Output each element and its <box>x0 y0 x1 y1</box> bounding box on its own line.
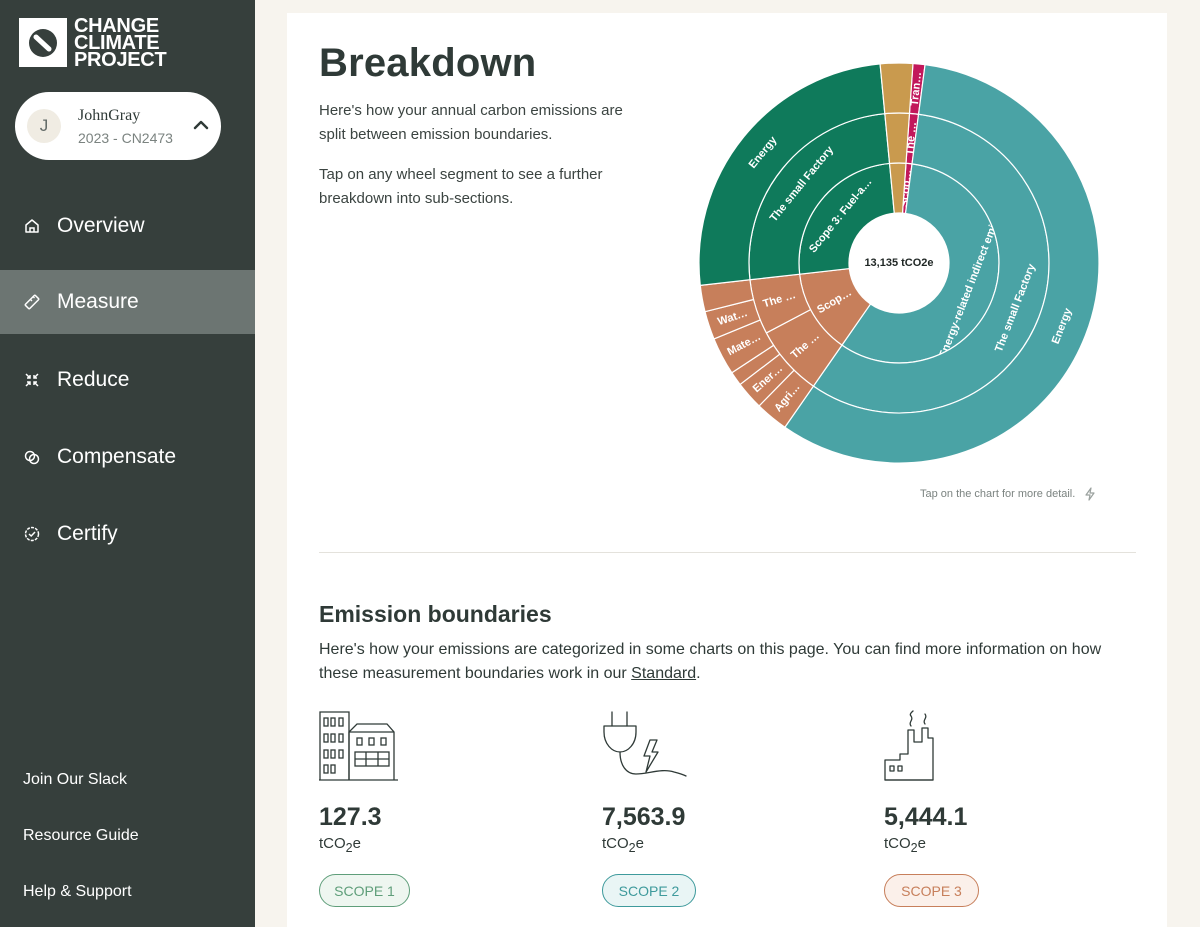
scope-2-unit-sub: 2 <box>628 841 636 855</box>
scope-3-unit-suffix: e <box>917 835 926 852</box>
nav-overview[interactable]: Overview <box>0 194 255 258</box>
nav-certify[interactable]: Certify <box>0 502 255 566</box>
breakdown-hint: Tap on any wheel segment to see a furthe… <box>319 166 603 207</box>
scope-3-value: 5,444.1 <box>884 803 968 831</box>
scope-3-badge[interactable]: SCOPE 3 <box>884 874 979 907</box>
scope-1-unit: tCO2e <box>319 835 361 855</box>
account-switcher[interactable]: J JohnGray 2023 - CN2473 <box>15 92 221 160</box>
sunburst-outer-segment-9[interactable] <box>879 63 914 115</box>
brand-logo[interactable]: CHANGE CLIMATE PROJECT <box>19 16 167 71</box>
section-divider <box>319 552 1136 553</box>
nav-measure[interactable]: Measure <box>0 270 255 334</box>
chart-tap-note: Tap on the chart for more detail. <box>920 487 1097 501</box>
sunburst-middle-segment-5[interactable] <box>884 112 911 165</box>
account-name: JohnGray <box>78 106 141 124</box>
tap-note-text: Tap on the chart for more detail. <box>920 488 1076 500</box>
emission-boundaries-heading: Emission boundaries <box>319 601 552 627</box>
scope-2-unit-suffix: e <box>635 835 644 852</box>
breakdown-intro: Here's how your annual carbon emissions … <box>319 102 623 143</box>
chevron-up-icon <box>193 120 209 130</box>
scope-2-value: 7,563.9 <box>602 803 686 831</box>
boundaries-desc-end: . <box>696 665 701 682</box>
avatar: J <box>27 109 61 143</box>
scope-1-badge[interactable]: SCOPE 1 <box>319 874 410 907</box>
logo-mark-icon <box>19 18 67 67</box>
badge-check-icon <box>24 526 40 542</box>
nav-compensate[interactable]: Compensate <box>0 425 255 489</box>
scope-3-unit-sub: 2 <box>910 841 918 855</box>
sunburst-center-label: 13,135 tCO2e <box>864 257 933 269</box>
nav-reduce[interactable]: Reduce <box>0 348 255 412</box>
scope-2-unit: tCO2e <box>602 835 644 855</box>
factory-icon <box>884 710 934 781</box>
page-title: Breakdown <box>319 41 537 85</box>
nav-label-overview: Overview <box>57 214 145 237</box>
nav-label-certify: Certify <box>57 522 118 545</box>
sunburst-chart[interactable]: Scop… Scope 2: Energy-related indirect em… <box>699 63 1099 463</box>
nav-label-measure: Measure <box>57 290 139 313</box>
help-support-link[interactable]: Help & Support <box>23 883 132 901</box>
scope-2-badge[interactable]: SCOPE 2 <box>602 874 696 907</box>
plug-icon <box>603 711 687 777</box>
scope-1-unit-suffix: e <box>352 835 361 852</box>
breakdown-card: Breakdown Here's how your annual carbon … <box>287 13 1167 927</box>
brand-line-3: PROJECT <box>74 49 167 71</box>
nav-label-reduce: Reduce <box>57 368 130 391</box>
scope-3-unit-main: tCO <box>884 835 911 852</box>
lightning-icon <box>1085 487 1095 501</box>
circles-icon <box>24 450 40 465</box>
scope-1-unit-sub: 2 <box>345 841 353 855</box>
scope-1-unit-main: tCO <box>319 835 346 852</box>
home-icon <box>25 219 39 233</box>
brand-wordmark: CHANGE CLIMATE PROJECT <box>74 16 167 71</box>
join-slack-link[interactable]: Join Our Slack <box>23 771 127 789</box>
ruler-icon <box>24 294 40 310</box>
reduce-arrows-icon <box>25 373 39 387</box>
nav-label-compensate: Compensate <box>57 445 177 468</box>
buildings-icon <box>319 711 398 781</box>
scope-1-value: 127.3 <box>319 803 382 831</box>
account-period: 2023 - CN2473 <box>78 129 173 146</box>
scope-3-unit: tCO2e <box>884 835 926 855</box>
standard-link[interactable]: Standard <box>631 665 696 682</box>
scope-2-unit-main: tCO <box>602 835 629 852</box>
boundaries-desc-text: Here's how your emissions are categorize… <box>319 641 1102 682</box>
sidebar: CHANGE CLIMATE PROJECT J JohnGray 2023 -… <box>0 0 255 927</box>
emission-boundaries-desc: Here's how your emissions are categorize… <box>319 638 1144 686</box>
resource-guide-link[interactable]: Resource Guide <box>23 827 139 845</box>
